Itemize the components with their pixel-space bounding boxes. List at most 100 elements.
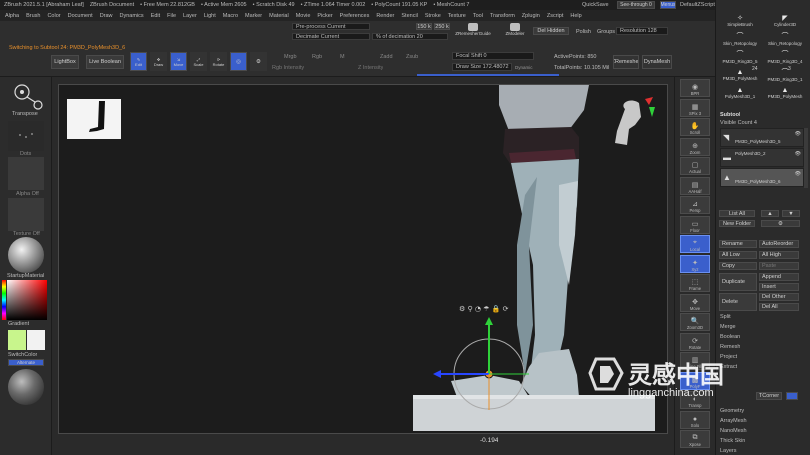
menu-picker[interactable]: Picker xyxy=(317,13,332,19)
dynamesh-button[interactable]: DynaMesh xyxy=(642,55,672,69)
brush-thumb[interactable]: ✧ SimpleBrush xyxy=(718,12,762,29)
edit-button[interactable]: ✎ Edit xyxy=(130,52,147,71)
transpose-button[interactable] xyxy=(8,80,44,112)
menu-brush[interactable]: Brush xyxy=(26,13,40,19)
default-zscript-button[interactable]: DefaultZScript xyxy=(680,2,715,8)
visibility-eye-icon[interactable]: 👁 xyxy=(795,151,801,157)
move-up-button[interactable]: ▲ xyxy=(761,210,779,217)
persp-button[interactable]: ⊿ Persp xyxy=(680,196,710,214)
actual-button[interactable]: ▢ Actual xyxy=(680,157,710,175)
groups-toggle[interactable]: Groups xyxy=(597,29,615,35)
gizmo-button[interactable]: ◎ xyxy=(230,52,247,71)
menu-movie[interactable]: Movie xyxy=(296,13,311,19)
arraymesh-menu[interactable]: ArrayMesh xyxy=(720,418,747,424)
menu-light[interactable]: Light xyxy=(204,13,216,19)
menu-layer[interactable]: Layer xyxy=(183,13,197,19)
z-intensity-slider[interactable]: Z Intensity xyxy=(358,65,383,71)
insert-button[interactable]: Insert xyxy=(759,283,799,291)
duplicate-button[interactable]: Duplicate xyxy=(719,273,757,291)
visibility-eye-icon[interactable]: 👁 xyxy=(795,131,801,137)
decimation-percent-slider[interactable]: % of decimation 20 xyxy=(372,33,448,40)
solo-button[interactable]: ● Solo xyxy=(680,410,710,429)
copy-button[interactable]: Copy xyxy=(719,262,757,270)
visibility-eye-icon[interactable]: 👁 xyxy=(795,171,801,177)
nanomesh-menu[interactable]: NanoMesh xyxy=(720,428,747,434)
rgb-toggle[interactable]: Rgb xyxy=(312,54,322,60)
move-button[interactable]: ✥ Move xyxy=(680,293,710,312)
menu-macro[interactable]: Macro xyxy=(223,13,238,19)
menu-edit[interactable]: Edit xyxy=(151,13,160,19)
rotate-button[interactable]: ⟳ Rotate xyxy=(680,332,710,351)
menu-draw[interactable]: Draw xyxy=(100,13,113,19)
menu-preferences[interactable]: Preferences xyxy=(340,13,370,19)
autoreorder-button[interactable]: AutoReorder xyxy=(759,240,799,248)
menu-zscript[interactable]: Zscript xyxy=(547,13,564,19)
thick-skin-menu[interactable]: Thick Skin xyxy=(720,438,745,444)
brush-thumb[interactable]: ⌒ PM3D_Ring3D_4 xyxy=(763,48,807,65)
menu-color[interactable]: Color xyxy=(47,13,60,19)
all-high-button[interactable]: All High xyxy=(759,251,799,259)
floor-button[interactable]: ▭ Floor xyxy=(680,215,710,234)
aahalf-button[interactable]: ▤ AAHalf xyxy=(680,176,710,195)
polish-toggle[interactable]: Polish xyxy=(576,29,591,35)
lightbox-button[interactable]: LightBox xyxy=(51,55,79,69)
subtool-title[interactable]: Subtool xyxy=(720,112,740,118)
zsub-toggle[interactable]: Zsub xyxy=(406,54,418,60)
spix-button[interactable]: ▦ SPix 3 xyxy=(680,98,710,117)
geometry-menu[interactable]: Geometry xyxy=(720,408,744,414)
subtool-row[interactable]: ▬ PolyMesh3D_2 👁 xyxy=(720,148,804,167)
menu-zplugin[interactable]: Zplugin xyxy=(522,13,540,19)
zmodeler-button[interactable]: ZModeler xyxy=(503,23,527,45)
brush-preview-sphere[interactable] xyxy=(8,369,44,405)
brush-thumb[interactable]: ▲ PM3D_PolyMesh xyxy=(763,84,807,101)
brush-thumb[interactable]: ⌒ Skin_Retopology xyxy=(718,30,762,47)
menu-file[interactable]: File xyxy=(167,13,176,19)
rename-button[interactable]: Rename xyxy=(719,240,757,248)
alternate-button[interactable]: Alternate xyxy=(8,359,44,366)
k150-button[interactable]: 150 k xyxy=(416,23,432,30)
move-down-button[interactable]: ▼ xyxy=(782,210,800,217)
brush-thumb[interactable]: ⌒ PM3D_Ring3D_1 xyxy=(763,66,807,83)
del-all-button[interactable]: Del All xyxy=(759,303,799,311)
zadd-toggle[interactable]: Zadd xyxy=(380,54,393,60)
resolution-slider[interactable]: Resolution 128 xyxy=(616,27,668,35)
zoom3d-button[interactable]: 🔍 Zoom3D xyxy=(680,313,710,331)
boolean-menu[interactable]: Boolean xyxy=(720,334,740,340)
brush-thumb[interactable]: ◤ Cylinder3D xyxy=(763,12,807,29)
menu-render[interactable]: Render xyxy=(376,13,394,19)
menus-button[interactable]: Menus xyxy=(660,1,676,9)
append-button[interactable]: Append xyxy=(759,273,799,281)
del-other-button[interactable]: Del Other xyxy=(759,293,799,301)
menu-stroke[interactable]: Stroke xyxy=(425,13,441,19)
zoom-button[interactable]: ⊕ Zoom xyxy=(680,137,710,156)
material-sphere[interactable] xyxy=(8,237,44,273)
brush-thumb[interactable]: ▲ PolyMesh3D_1 xyxy=(718,84,762,101)
local-button[interactable]: ⌖ Local xyxy=(680,235,710,253)
preprocess-current-button[interactable]: Pre-process Current xyxy=(292,23,370,30)
menu-texture[interactable]: Texture xyxy=(448,13,466,19)
transpose-toggle-button[interactable]: ⚙ xyxy=(250,52,267,71)
scale-button[interactable]: ⤢ Scale xyxy=(190,52,207,71)
xpose-button[interactable]: ⧉ Xpose xyxy=(680,430,710,448)
remesh-menu[interactable]: Remesh xyxy=(720,344,740,350)
live-boolean-button[interactable]: Live Boolean xyxy=(86,55,124,69)
focal-shift-slider[interactable]: Focal Shift 0 xyxy=(452,52,534,60)
draw-button[interactable]: ✥ Draw xyxy=(150,52,167,71)
decimate-current-button[interactable]: Decimate Current xyxy=(292,33,370,40)
all-low-button[interactable]: All Low xyxy=(719,251,757,259)
menu-marker[interactable]: Marker xyxy=(245,13,262,19)
bpr-button[interactable]: ◉ BPR xyxy=(680,79,710,97)
layers-menu[interactable]: Layers xyxy=(720,448,737,454)
frame-button[interactable]: ⬚ Frame xyxy=(680,274,710,292)
folder-settings-button[interactable]: ⚙ xyxy=(761,220,800,227)
brush-thumb[interactable]: ⌒ PM3D_Ring3D_5 xyxy=(718,48,762,65)
new-folder-button[interactable]: New Folder xyxy=(719,220,755,227)
quicksave-button[interactable]: QuickSave xyxy=(582,2,609,8)
k250-button[interactable]: 250 k xyxy=(434,23,450,30)
merge-menu[interactable]: Merge xyxy=(720,324,736,330)
menu-tool[interactable]: Tool xyxy=(473,13,483,19)
menu-transform[interactable]: Transform xyxy=(490,13,515,19)
rotate-button[interactable]: ⟳ Rotate xyxy=(210,52,227,71)
rgb-intensity-slider[interactable]: Rgb Intensity xyxy=(272,65,304,71)
switchcolor-label[interactable]: SwitchColor xyxy=(8,352,37,358)
